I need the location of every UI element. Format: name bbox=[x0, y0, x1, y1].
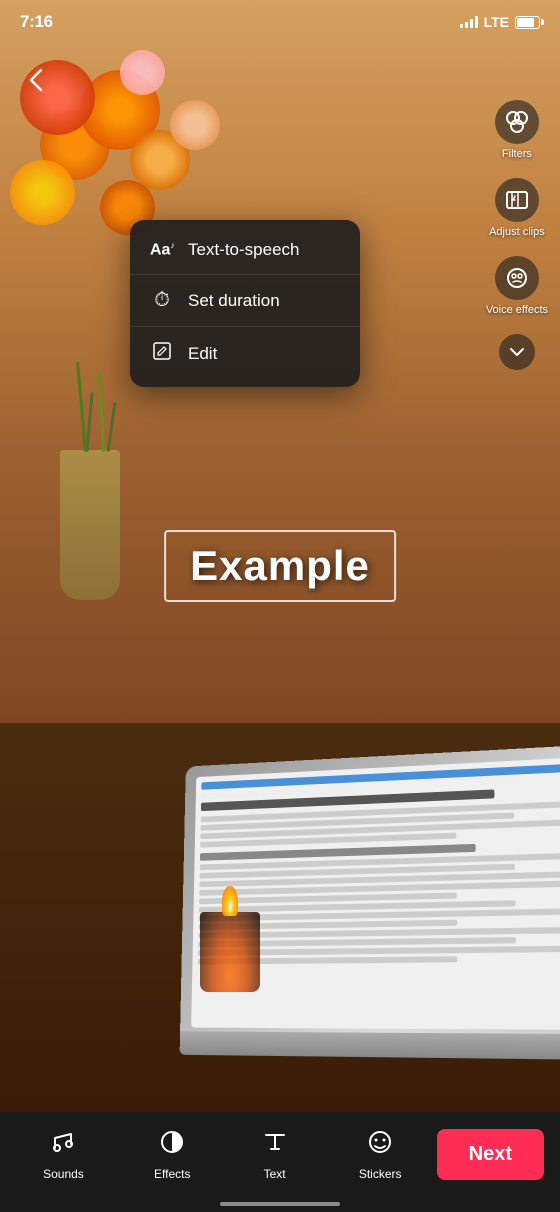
adjust-clips-label: Adjust clips bbox=[489, 226, 545, 238]
status-icons: LTE bbox=[460, 14, 540, 30]
stickers-label: Stickers bbox=[359, 1167, 402, 1181]
set-duration-label: Set duration bbox=[188, 291, 280, 311]
text-to-speech-menu-item[interactable]: Aa♪ Text-to-speech bbox=[130, 226, 360, 275]
sounds-tab[interactable]: Sounds bbox=[31, 1120, 96, 1189]
status-time: 7:16 bbox=[20, 12, 53, 32]
text-label: Text bbox=[264, 1167, 286, 1181]
context-menu: Aa♪ Text-to-speech ⏱ Set duration Edit bbox=[130, 220, 360, 387]
battery-icon bbox=[515, 16, 540, 29]
adjust-clips-icon bbox=[495, 178, 539, 222]
effects-icon bbox=[158, 1128, 186, 1163]
signal-bar-3 bbox=[470, 19, 473, 28]
set-duration-menu-item[interactable]: ⏱ Set duration bbox=[130, 275, 360, 327]
signal-bars bbox=[460, 16, 478, 28]
edit-label: Edit bbox=[188, 344, 217, 364]
filters-button[interactable]: Filters bbox=[495, 100, 539, 160]
signal-bar-1 bbox=[460, 24, 463, 28]
edit-icon bbox=[150, 341, 174, 367]
sounds-icon bbox=[49, 1128, 77, 1163]
candle bbox=[200, 912, 260, 992]
status-bar: 7:16 LTE bbox=[0, 0, 560, 44]
voice-effects-icon bbox=[495, 256, 539, 300]
flame bbox=[222, 886, 238, 916]
stickers-tab[interactable]: Stickers bbox=[347, 1120, 414, 1189]
text-tab[interactable]: Text bbox=[249, 1120, 301, 1189]
text-overlay[interactable]: Example bbox=[164, 530, 396, 602]
filters-icon bbox=[495, 100, 539, 144]
bottom-tabs: Sounds Effects Text bbox=[8, 1120, 437, 1189]
filters-label: Filters bbox=[502, 148, 532, 160]
home-indicator bbox=[220, 1202, 340, 1206]
text-overlay-content: Example bbox=[190, 542, 370, 589]
text-icon bbox=[261, 1128, 289, 1163]
voice-effects-button[interactable]: Voice effects bbox=[486, 256, 548, 316]
right-toolbar: Filters Adjust clips Voice effects bbox=[486, 100, 548, 370]
battery-fill bbox=[517, 18, 534, 27]
adjust-clips-button[interactable]: Adjust clips bbox=[489, 178, 545, 238]
signal-bar-4 bbox=[475, 16, 478, 28]
text-to-speech-label: Text-to-speech bbox=[188, 240, 300, 260]
stickers-icon bbox=[366, 1128, 394, 1163]
effects-label: Effects bbox=[154, 1167, 190, 1181]
lte-label: LTE bbox=[484, 14, 509, 30]
expand-toolbar-button[interactable] bbox=[499, 334, 535, 370]
set-duration-icon: ⏱ bbox=[150, 289, 174, 312]
edit-menu-item[interactable]: Edit bbox=[130, 327, 360, 381]
back-button[interactable] bbox=[16, 60, 56, 100]
bottom-bar: Sounds Effects Text bbox=[0, 1112, 560, 1212]
vase bbox=[60, 450, 120, 600]
signal-bar-2 bbox=[465, 22, 468, 28]
voice-effects-label: Voice effects bbox=[486, 304, 548, 316]
effects-tab[interactable]: Effects bbox=[142, 1120, 202, 1189]
sounds-label: Sounds bbox=[43, 1167, 84, 1181]
text-to-speech-icon: Aa♪ bbox=[150, 240, 174, 259]
next-button[interactable]: Next bbox=[437, 1129, 544, 1180]
